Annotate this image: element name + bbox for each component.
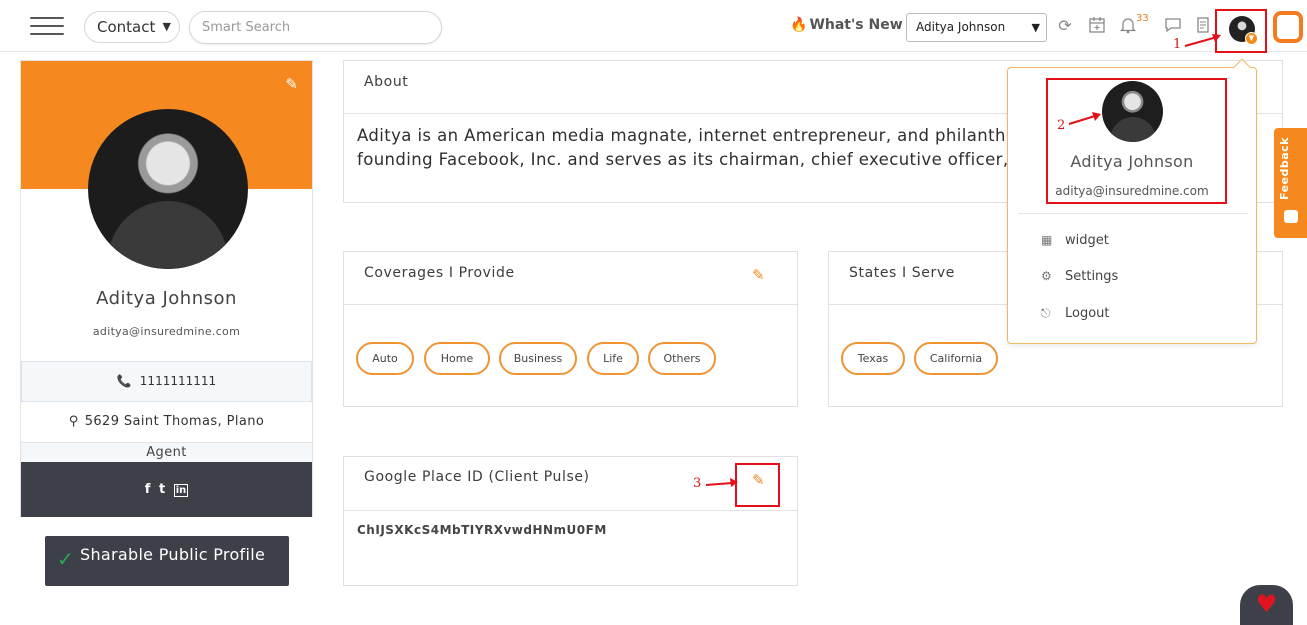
chevron-down-icon: ▼ xyxy=(1031,21,1040,34)
menu-item-settings[interactable]: ⚙ Settings xyxy=(1041,269,1118,284)
smart-search-placeholder: Smart Search xyxy=(202,20,291,35)
profile-card: ✎ Aditya Johnson aditya@insuredmine.com … xyxy=(20,60,313,517)
flame-icon: 🔥 xyxy=(790,17,808,33)
annotation-number: 2 xyxy=(1057,118,1066,133)
feedback-label: Feedback xyxy=(1278,137,1291,200)
profile-name: Aditya Johnson xyxy=(96,288,237,309)
whats-new-label: What's New xyxy=(809,17,903,33)
user-select[interactable]: Aditya Johnson ▼ xyxy=(906,13,1047,42)
social-bar: f t in xyxy=(21,462,312,517)
address-text: 5629 Saint Thomas, Plano xyxy=(84,414,265,429)
annotation-arrow xyxy=(705,478,738,487)
annotation-number: 1 xyxy=(1173,37,1182,52)
facebook-icon[interactable]: f xyxy=(145,482,151,497)
calendar-icon[interactable] xyxy=(1087,16,1107,36)
state-chip: Texas xyxy=(841,342,905,375)
phone-row: 📞 1111111111 xyxy=(21,361,312,402)
profile-email: aditya@insuredmine.com xyxy=(92,325,241,338)
gear-icon: ⚙ xyxy=(1041,269,1052,283)
address-row: ⚲ 5629 Saint Thomas, Plano xyxy=(21,402,312,442)
entity-type-select[interactable]: Contact ▼ xyxy=(84,11,180,43)
coverage-chip: Home xyxy=(424,342,490,375)
about-title: About xyxy=(364,74,409,90)
annotation-arrow xyxy=(1068,112,1101,125)
annotation-box-user-info xyxy=(1046,78,1227,204)
annotation-number: 3 xyxy=(693,476,702,491)
user-select-value: Aditya Johnson xyxy=(916,20,1006,34)
top-bar: Contact ▼ Smart Search 🔥 What's New Adity… xyxy=(0,0,1307,52)
state-chip: California xyxy=(914,342,998,375)
twitter-icon[interactable]: t xyxy=(159,482,165,497)
bell-icon[interactable] xyxy=(1118,16,1138,36)
location-pin-icon: ⚲ xyxy=(68,414,79,429)
profile-photo xyxy=(88,109,248,269)
app-logo[interactable] xyxy=(1273,11,1303,43)
menu-item-label: Logout xyxy=(1065,306,1110,321)
menu-item-logout[interactable]: ⎋ Logout xyxy=(1041,306,1110,321)
role-label: Agent xyxy=(21,442,312,462)
menu-item-label: widget xyxy=(1065,233,1109,248)
feedback-tab[interactable]: Feedback xyxy=(1274,128,1307,238)
notification-count: 33 xyxy=(1136,13,1149,24)
coverages-title: Coverages I Provide xyxy=(364,265,515,281)
annotation-box-edit xyxy=(735,463,780,507)
coverage-chip: Business xyxy=(499,342,577,375)
sharable-public-profile-label: Sharable Public Profile xyxy=(80,545,266,564)
smiley-icon xyxy=(1284,210,1298,223)
sharable-public-profile-button[interactable]: ✓ Sharable Public Profile xyxy=(45,536,289,586)
heart-icon[interactable]: ♥ xyxy=(1240,585,1293,625)
logout-icon: ⎋ xyxy=(1041,306,1051,320)
grid-icon: ▦ xyxy=(1041,233,1053,247)
coverages-panel: Coverages I Provide ✎ Auto Home Business… xyxy=(343,251,798,407)
coverage-chip: Others xyxy=(648,342,716,375)
hamburger-menu-icon[interactable] xyxy=(30,17,64,35)
annotation-arrow xyxy=(1184,34,1221,47)
smart-search-input[interactable]: Smart Search xyxy=(189,11,442,44)
whats-new-link[interactable]: 🔥 What's New xyxy=(790,17,903,33)
entity-type-value: Contact xyxy=(97,18,156,36)
edit-profile-icon[interactable]: ✎ xyxy=(285,75,298,93)
google-place-title: Google Place ID (Client Pulse) xyxy=(364,469,590,485)
sync-icon[interactable]: ⟳ xyxy=(1055,16,1075,36)
menu-item-widget[interactable]: ▦ widget xyxy=(1041,233,1109,248)
coverage-chip: Life xyxy=(587,342,639,375)
chevron-down-icon: ▼ xyxy=(162,20,171,33)
edit-coverages-icon[interactable]: ✎ xyxy=(752,266,765,284)
phone-number: 1111111111 xyxy=(139,374,217,388)
phone-icon: 📞 xyxy=(116,374,132,388)
states-title: States I Serve xyxy=(849,265,955,281)
coverage-chip: Auto xyxy=(356,342,414,375)
menu-item-label: Settings xyxy=(1065,269,1119,284)
chat-icon[interactable] xyxy=(1163,16,1183,36)
google-place-id-value: ChIJSXKcS4MbTIYRXvwdHNmU0FM xyxy=(357,523,607,537)
checkmark-icon: ✓ xyxy=(57,547,75,571)
linkedin-icon[interactable]: in xyxy=(173,484,189,497)
